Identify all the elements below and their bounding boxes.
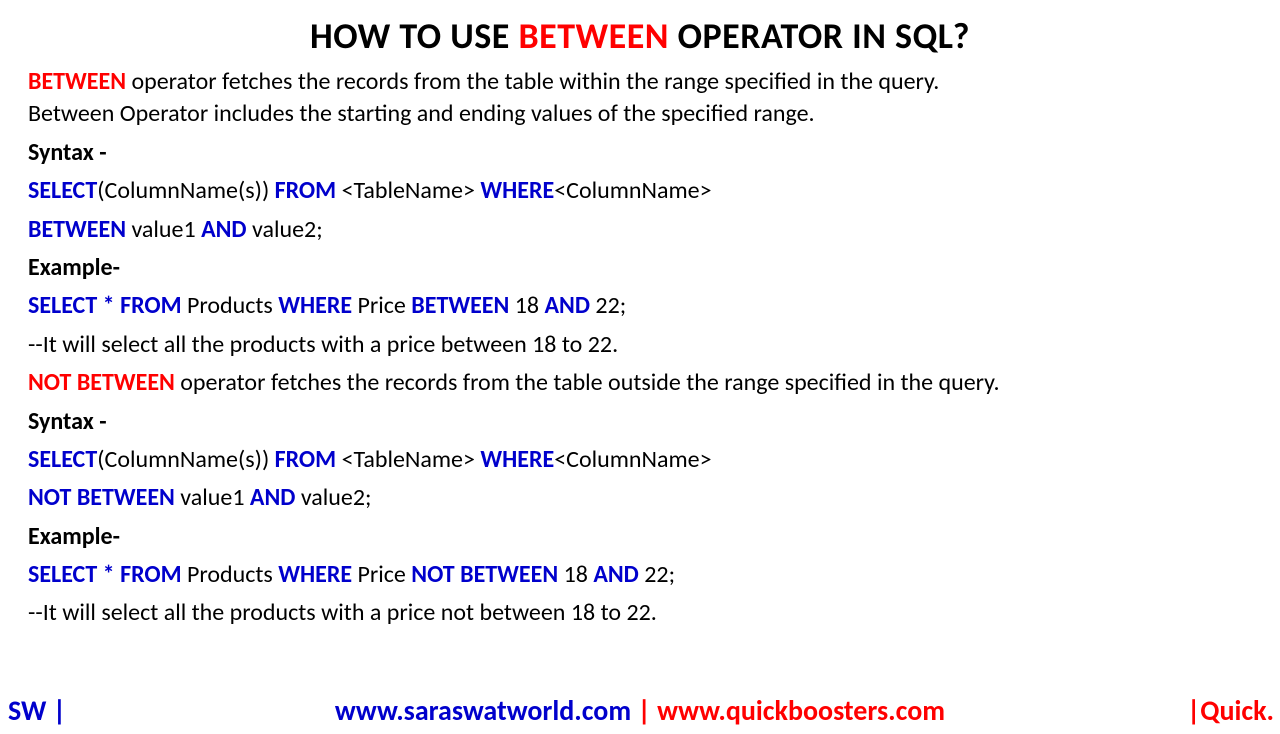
kw-from: FROM [275,176,337,205]
syntax-v1: value1 [126,215,201,244]
ex2-t1: Products [182,560,279,589]
not-between-intro: NOT BETWEEN operator fetches the records… [28,367,1252,399]
content-body: BETWEEN operator fetches the records fro… [0,66,1280,630]
syntax-line-1a: SELECT(ColumnName(s)) FROM <TableName> W… [28,175,1252,207]
syntax-label-1: Syntax - [28,137,1252,169]
notbetween-keyword: NOT BETWEEN [28,368,175,397]
syntax-line-2a: SELECT(ColumnName(s)) FROM <TableName> W… [28,444,1252,476]
ex2-kw4: AND [593,560,638,589]
intro-paragraph: BETWEEN operator fetches the records fro… [28,66,1252,131]
syntax-v2: value2; [247,215,323,244]
syntax-colname: <ColumnName> [554,176,711,205]
syntax2-col: (ColumnName(s)) [97,445,274,474]
ex2-t4: 22; [639,560,675,589]
syntax2-v2: value2; [295,483,371,512]
footer-right: |Quick. [1187,693,1274,728]
footer-center: www.saraswatworld.com | www.quickbooster… [0,693,1280,728]
ex1-t4: 22; [590,291,626,320]
example-1-comment: --It will select all the products with a… [28,329,1252,361]
syntax2-table: <TableName> [336,445,480,474]
ex1-kw2: WHERE [278,291,352,320]
syntax-table: <TableName> [336,176,480,205]
syntax-col: (ColumnName(s)) [97,176,274,205]
ex1-kw4: AND [545,291,590,320]
kw-and: AND [201,215,246,244]
footer-left: SW | [8,693,66,728]
intro-text-1: operator fetches the records from the ta… [126,67,939,96]
between-keyword: BETWEEN [28,67,126,96]
footer-url-1: www.saraswatworld.com [335,693,631,728]
ex1-kw3: BETWEEN [411,291,509,320]
ex2-kw1: SELECT * FROM [28,560,182,589]
title-post: OPERATOR IN SQL? [669,14,970,58]
syntax2-v1: value1 [175,483,250,512]
footer: SW | www.saraswatworld.com | www.quickbo… [0,693,1280,728]
kw-from-2: FROM [275,445,337,474]
footer-sep: | [631,693,657,728]
syntax-label-2: Syntax - [28,406,1252,438]
title-pre: HOW TO USE [310,14,518,58]
example-1: SELECT * FROM Products WHERE Price BETWE… [28,290,1252,322]
intro-text-2: Between Operator includes the starting a… [28,99,815,128]
kw-and-2: AND [250,483,295,512]
example-label-2: Example- [28,521,1252,553]
ex2-t2: Price [352,560,411,589]
syntax-line-1b: BETWEEN value1 AND value2; [28,214,1252,246]
kw-where: WHERE [480,176,554,205]
ex1-t1: Products [182,291,279,320]
ex2-kw2: WHERE [278,560,352,589]
kw-notbetween: NOT BETWEEN [28,483,175,512]
footer-url-2: www.quickboosters.com [657,693,945,728]
ex1-t3: 18 [509,291,544,320]
kw-where-2: WHERE [480,445,554,474]
ex2-kw3: NOT BETWEEN [411,560,558,589]
ex1-t2: Price [352,291,411,320]
syntax-line-2b: NOT BETWEEN value1 AND value2; [28,482,1252,514]
example-label-1: Example- [28,252,1252,284]
ex2-t3: 18 [558,560,593,589]
ex1-kw1: SELECT * FROM [28,291,182,320]
syntax2-colname: <ColumnName> [554,445,711,474]
notbetween-text: operator fetches the records from the ta… [175,368,1000,397]
example-2-comment: --It will select all the products with a… [28,597,1252,629]
kw-select: SELECT [28,176,97,205]
page-title: HOW TO USE BETWEEN OPERATOR IN SQL? [0,14,1280,58]
title-highlight: BETWEEN [518,14,669,58]
example-2: SELECT * FROM Products WHERE Price NOT B… [28,559,1252,591]
kw-between: BETWEEN [28,215,126,244]
kw-select-2: SELECT [28,445,97,474]
